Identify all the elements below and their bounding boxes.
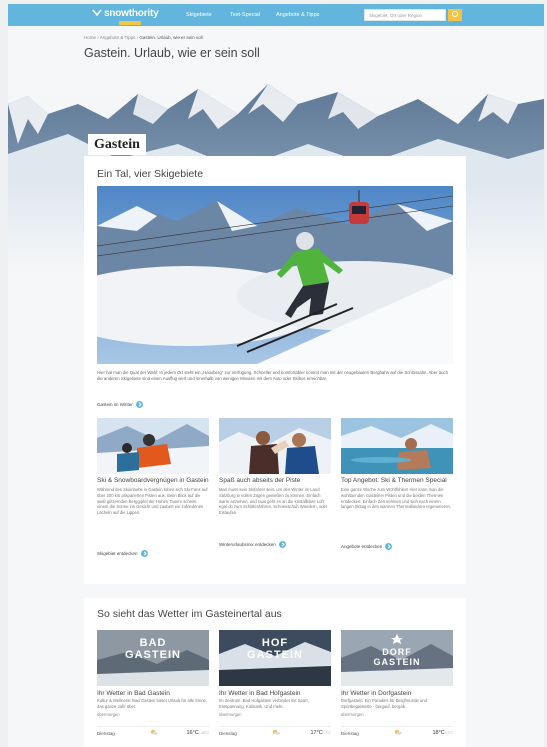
image-label: GASTEIN	[247, 649, 303, 661]
ski-snowboard-image	[97, 418, 209, 474]
image-label: BAD	[139, 637, 167, 649]
feature-text: Während des Skiurlaubs in Gastein toben …	[97, 487, 208, 516]
feature-text: Man muss kein Skifahrer sein, um den Win…	[219, 487, 328, 516]
forecast-when: übermorgen	[97, 711, 120, 717]
weather-title: So sieht das Wetter im Gasteinertal aus	[97, 608, 282, 620]
forecast-temp: 17°C/-7°C	[310, 730, 331, 736]
forecast-when: übermorgen	[341, 711, 364, 717]
forecast-day: Dienstag	[341, 731, 359, 736]
weather-card: So sieht das Wetter im Gasteinertal aus …	[84, 598, 466, 747]
forecast-row: Dienstag 17°C/-7°C	[219, 726, 331, 738]
dorfgastein-image: DORF GASTEIN	[341, 630, 453, 686]
feature-title: Spaß auch abseits der Piste	[219, 477, 301, 484]
logo-underline	[119, 21, 141, 25]
bad-gastein-image: BAD GASTEIN	[97, 630, 209, 686]
image-label: GASTEIN	[125, 649, 181, 661]
thermal-bath-image	[341, 418, 453, 474]
intro-text: Hier hat man die Qual der Wahl: In jedem…	[97, 370, 449, 381]
forecast-when: übermorgen	[219, 711, 242, 717]
feature-ski: Ski & Snowboardvergnügen in Gastein Währ…	[97, 418, 209, 516]
site-logo[interactable]: snowthority	[92, 8, 159, 25]
feature-text: Eine ganze Woche zum Wohlfühlen! Hier ka…	[341, 487, 452, 510]
forecast-temp: 18°C/-1°C	[432, 730, 453, 736]
arrow-right-icon	[135, 401, 143, 408]
skier-hero-image	[97, 186, 453, 364]
forecast-row: Dienstag 16°C/-10°C	[97, 726, 209, 738]
weather-place-text: Im Zentrum: Bad Hofgastein verbindet mit…	[219, 698, 309, 709]
breadcrumb-section[interactable]: Angebote & Tipps	[100, 35, 136, 40]
feature-title: Top Angebot: Ski & Thermen Special	[341, 477, 447, 484]
weather-place-text: Dorfgastein: Ein Paradies für Bergfreund…	[341, 698, 427, 709]
link-angebote-entdecken[interactable]: Angebote entdecken	[341, 543, 393, 550]
region-tag: Gastein	[88, 134, 146, 155]
weather-place-title: Ihr Wetter in Dorfgastein	[341, 690, 412, 697]
arrow-right-icon	[385, 543, 393, 550]
snowflake-icon	[92, 9, 102, 16]
forecast-day: Dienstag	[97, 731, 115, 736]
page-title: Gastein. Urlaub, wie er sein soll	[84, 46, 260, 60]
breadcrumb-current: Gastein. Urlaub, wie er sein soll	[139, 35, 203, 40]
partly-sunny-icon	[272, 729, 280, 735]
feature-thermen: Top Angebot: Ski & Thermen Special Eine …	[341, 418, 453, 510]
search-icon	[452, 11, 458, 17]
weather-bad-hofgastein: HOF GASTEIN Ihr Wetter in Bad Hofgastein…	[219, 630, 331, 717]
arrow-right-icon	[278, 541, 286, 548]
nav-link-angebote[interactable]: Angebote & Tipps	[276, 12, 319, 18]
page: snowthority Skigebiete Test-Special Ange…	[8, 4, 544, 747]
feature-off-piste: Spaß auch abseits der Piste Man muss kei…	[219, 418, 331, 516]
forecast-temp: 16°C/-10°C	[186, 730, 209, 736]
weather-place-title: Ihr Wetter in Bad Gastein	[97, 690, 170, 697]
logo-text: snowthority	[104, 8, 159, 19]
partly-sunny-icon	[150, 729, 158, 735]
breadcrumb-home[interactable]: Home	[84, 35, 96, 40]
section-title: Ein Tal, vier Skigebiete	[97, 168, 204, 180]
feature-title: Ski & Snowboardvergnügen in Gastein	[97, 477, 209, 484]
search-input[interactable]: Skigebiet, Ort oder Region	[364, 9, 446, 21]
hofgastein-image: HOF GASTEIN	[219, 630, 331, 686]
weather-place-title: Ihr Wetter in Bad Hofgastein	[219, 690, 301, 697]
main-card: Ein Tal, vier Skigebiete Hier hat man di…	[84, 156, 466, 584]
forecast-row: Dienstag 18°C/-1°C	[341, 726, 453, 738]
link-winterurlaub-entdecken[interactable]: Winterurlaubsmix entdecken	[219, 541, 286, 548]
top-nav: snowthority Skigebiete Test-Special Ange…	[8, 4, 544, 26]
image-label: HOF	[261, 637, 289, 649]
off-piste-image	[219, 418, 331, 474]
image-label: GASTEIN	[373, 657, 421, 667]
breadcrumb: Home › Angebote & Tipps › Gastein. Urlau…	[84, 35, 203, 40]
nav-link-skigebiete[interactable]: Skigebiete	[186, 12, 212, 18]
forecast-day: Dienstag	[219, 731, 237, 736]
nav-link-test-special[interactable]: Test-Special	[230, 12, 260, 18]
weather-dorfgastein: DORF GASTEIN Ihr Wetter in Dorfgastein D…	[341, 630, 453, 717]
partly-sunny-icon	[394, 729, 402, 735]
weather-bad-gastein: BAD GASTEIN Ihr Wetter in Bad Gastein Ku…	[97, 630, 209, 717]
link-skigebiet-entdecken[interactable]: Skigebiet entdecken	[97, 550, 148, 557]
weather-place-text: Kultur & Wellness: Bad Gastein bietet Ur…	[97, 698, 208, 709]
search-button[interactable]	[448, 9, 462, 21]
arrow-right-icon	[140, 550, 148, 557]
link-gastein-winter[interactable]: Gastein im Winter	[97, 401, 143, 408]
